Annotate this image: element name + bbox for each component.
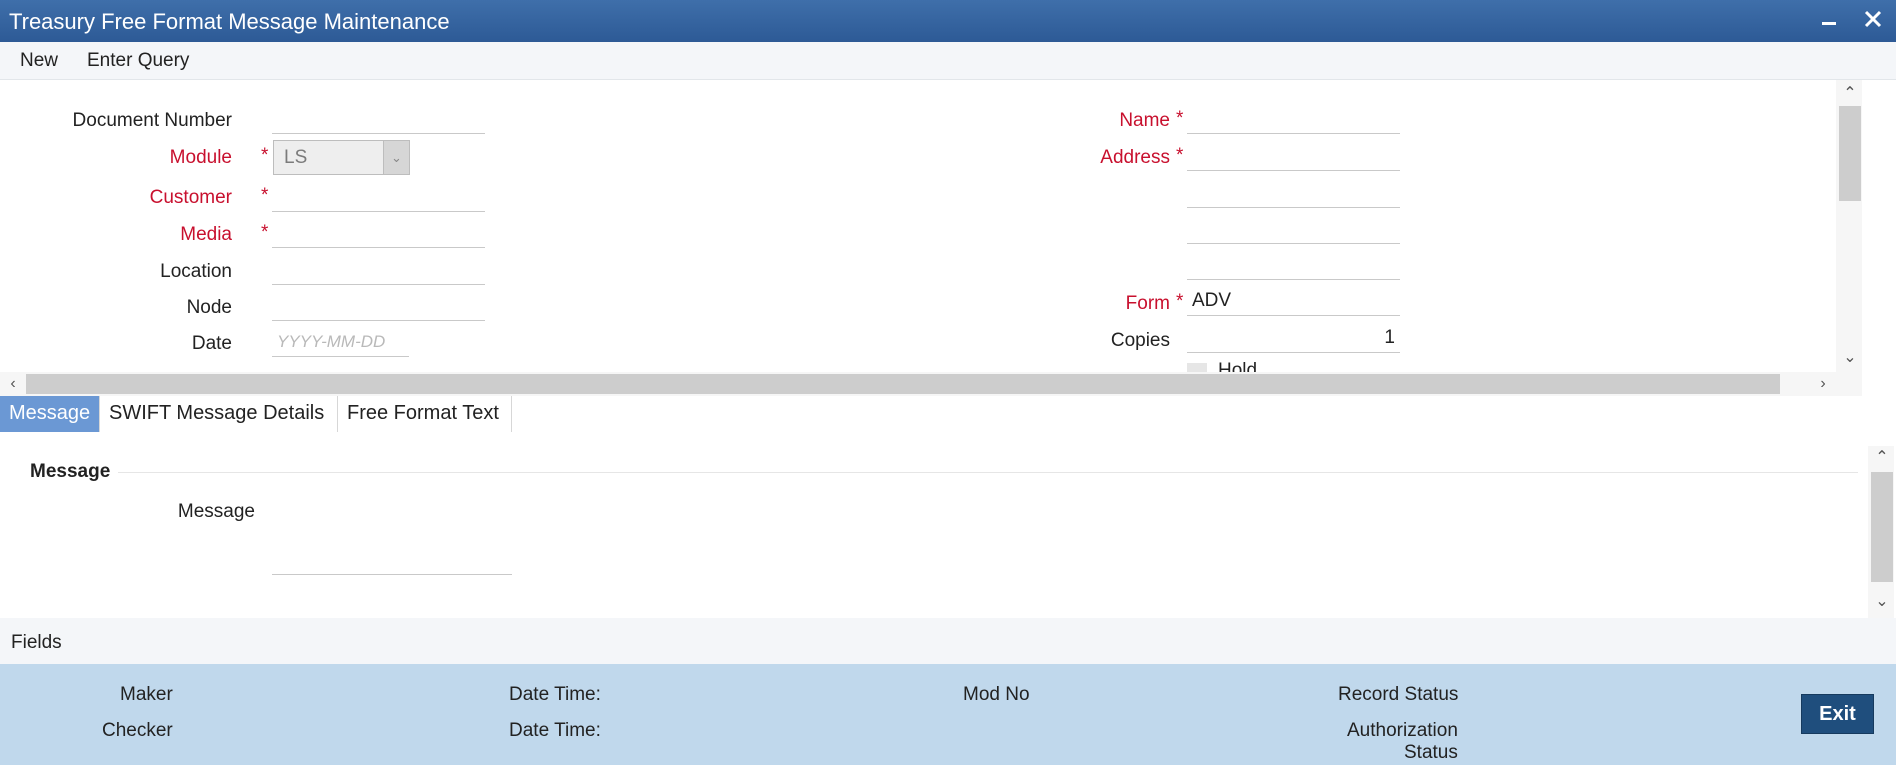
header-form: Document Number Module * LS ⌄ Customer *… [0,80,1862,372]
window-title: Treasury Free Format Message Maintenance [9,9,450,34]
enter-query-button[interactable]: Enter Query [87,50,189,72]
message-textarea[interactable] [272,497,512,575]
location-label: Location [160,261,232,282]
section-divider [118,472,1858,473]
module-select[interactable]: LS ⌄ [273,140,410,175]
toolbar: New Enter Query [0,42,1896,80]
tab-free-format-text[interactable]: Free Format Text [338,396,512,432]
tab-message[interactable]: Message [0,396,100,432]
scrollbar-thumb[interactable] [1871,472,1893,582]
media-input[interactable] [272,218,485,248]
maker-label: Maker [120,684,173,705]
scrollbar-thumb[interactable] [26,374,1780,394]
chevron-down-icon[interactable]: ⌄ [1871,594,1893,610]
address-line-4-input[interactable] [1187,250,1400,280]
chevron-down-icon[interactable]: ⌄ [1839,350,1861,366]
mod-no-label: Mod No [963,684,1030,705]
module-select-value: LS [284,147,308,168]
minimize-icon[interactable] [1814,6,1844,36]
name-label: Name [1119,110,1170,131]
document-number-input[interactable] [272,104,485,134]
node-input[interactable] [272,291,485,321]
date-placeholder: YYYY-MM-DD [277,332,386,351]
title-bar: Treasury Free Format Message Maintenance [0,0,1896,42]
node-label: Node [186,297,232,318]
form-required-marker: * [1176,291,1184,312]
address-line-1-input[interactable] [1187,141,1400,171]
address-required-marker: * [1176,145,1184,166]
form-horizontal-scrollbar[interactable]: ‹ › [0,372,1862,396]
name-required-marker: * [1176,108,1184,129]
chevron-down-icon[interactable]: ⌄ [383,141,409,174]
customer-label: Customer [149,187,232,208]
location-input[interactable] [272,255,485,285]
document-number-label: Document Number [72,110,232,131]
module-label: Module [169,147,232,168]
customer-required-marker: * [261,185,269,206]
message-vertical-scrollbar[interactable]: ⌃ ⌄ [1868,446,1894,618]
new-button[interactable]: New [20,50,58,72]
name-input[interactable] [1187,104,1400,134]
tab-bar: Message SWIFT Message Details Free Forma… [0,396,1896,432]
chevron-up-icon[interactable]: ⌃ [1839,86,1861,102]
record-status-label: Record Status [1338,684,1459,705]
form-vertical-scrollbar[interactable]: ⌃ ⌄ [1836,80,1862,372]
fields-link[interactable]: Fields [11,632,62,654]
media-label: Media [180,224,232,245]
date-input[interactable]: YYYY-MM-DD [272,327,409,357]
checker-label: Checker [102,720,173,741]
address-line-2-input[interactable] [1187,178,1400,208]
fields-bar: Fields [0,618,1896,664]
module-required-marker: * [261,145,269,166]
form-label: Form [1125,293,1170,314]
exit-button[interactable]: Exit [1801,694,1874,734]
authorization-status-label: Authorization [1347,720,1458,741]
authorization-status-label-2: Status [1404,742,1458,763]
message-tab-content: Message Message [0,432,1868,618]
chevron-right-icon[interactable]: › [1812,376,1834,392]
copies-input[interactable]: 1 [1187,323,1400,353]
maker-date-time-label: Date Time: [509,684,601,705]
scrollbar-thumb[interactable] [1839,106,1861,201]
chevron-left-icon[interactable]: ‹ [2,376,24,392]
message-label: Message [177,501,255,522]
address-label: Address [1100,147,1170,168]
hold-checkbox[interactable] [1187,363,1207,372]
copies-label: Copies [1110,330,1170,351]
date-label: Date [191,333,232,354]
form-input[interactable]: ADV [1187,286,1400,316]
close-icon[interactable] [1858,6,1888,36]
checker-date-time-label: Date Time: [509,720,601,741]
audit-footer: Maker Checker Date Time: Date Time: Mod … [0,664,1896,765]
customer-input[interactable] [272,182,485,212]
hold-label: Hold [1218,360,1258,372]
media-required-marker: * [261,222,269,243]
message-section-title: Message [30,461,111,482]
chevron-up-icon[interactable]: ⌃ [1871,450,1893,466]
address-line-3-input[interactable] [1187,214,1400,244]
tab-swift-message-details[interactable]: SWIFT Message Details [100,396,338,432]
